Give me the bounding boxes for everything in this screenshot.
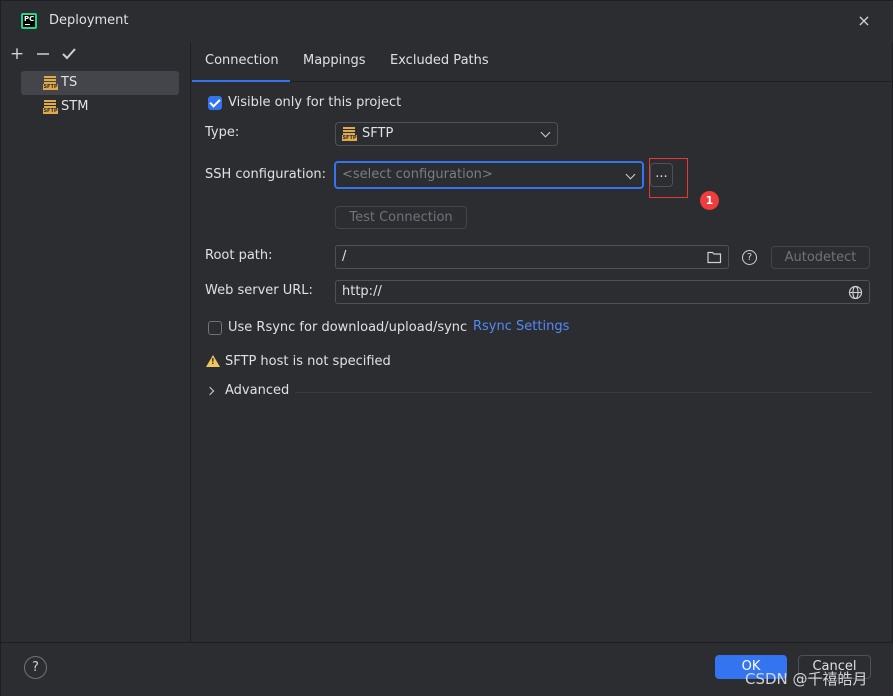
web-server-url-field[interactable]: http://	[335, 280, 870, 304]
use-rsync-label: Use Rsync for download/upload/sync	[228, 320, 468, 335]
watermark-text: CSDN @千禧皓月	[745, 670, 868, 688]
warning-message: SFTP host is not specified	[225, 354, 391, 369]
window-title: Deployment	[49, 13, 129, 28]
checkmark-icon	[62, 48, 76, 60]
use-rsync-checkbox[interactable]	[208, 321, 222, 335]
tab-bar: Connection Mappings Excluded Paths	[192, 42, 893, 82]
ssh-configuration-placeholder: <select configuration>	[342, 167, 493, 182]
globe-icon[interactable]	[848, 285, 863, 300]
annotation-marker: 1	[700, 191, 719, 210]
chevron-down-icon	[540, 127, 551, 138]
help-icon[interactable]: ?	[742, 250, 757, 265]
deployment-dialog: PC Deployment × + SFTP TS SFTP STM Conne…	[0, 0, 893, 696]
ssh-configuration-label: SSH configuration:	[205, 167, 327, 182]
type-dropdown[interactable]: SFTP SFTP	[335, 122, 558, 146]
sftp-type-icon: SFTP	[342, 126, 357, 142]
folder-icon[interactable]	[707, 250, 722, 264]
visible-only-label: Visible only for this project	[228, 95, 402, 110]
server-item-stm[interactable]: SFTP STM	[21, 95, 179, 119]
annotation-highlight-box	[649, 158, 688, 198]
advanced-divider	[295, 392, 872, 393]
root-path-label: Root path:	[205, 248, 273, 263]
visible-only-checkbox[interactable]	[208, 96, 222, 110]
web-server-url-label: Web server URL:	[205, 283, 313, 298]
root-path-field[interactable]: /	[335, 245, 729, 269]
web-server-url-value: http://	[342, 284, 382, 299]
add-server-button[interactable]: +	[9, 44, 25, 64]
tab-connection[interactable]: Connection	[192, 42, 290, 82]
minus-icon	[37, 53, 49, 55]
sftp-server-icon: SFTP	[43, 99, 58, 115]
server-list-panel: + SFTP TS SFTP STM	[1, 42, 191, 642]
type-label: Type:	[205, 125, 240, 140]
server-item-ts[interactable]: SFTP TS	[21, 71, 179, 95]
title-bar: PC Deployment ×	[1, 1, 893, 42]
set-default-button[interactable]	[61, 44, 77, 64]
type-value: SFTP	[362, 126, 394, 141]
root-path-value: /	[342, 249, 347, 264]
server-item-label: TS	[61, 75, 78, 90]
ssh-configuration-dropdown[interactable]: <select configuration>	[334, 161, 644, 189]
chevron-down-icon	[625, 169, 636, 180]
sftp-server-icon: SFTP	[43, 75, 58, 91]
advanced-section-toggle[interactable]: Advanced	[225, 383, 289, 398]
server-tree: SFTP TS SFTP STM	[21, 71, 179, 119]
tab-mappings[interactable]: Mappings	[303, 42, 366, 82]
autodetect-button[interactable]: Autodetect	[771, 246, 870, 269]
test-connection-button[interactable]: Test Connection	[335, 206, 467, 229]
close-icon[interactable]: ×	[856, 13, 872, 29]
server-toolbar: +	[9, 44, 77, 64]
remove-server-button[interactable]	[35, 44, 51, 64]
tab-excluded-paths[interactable]: Excluded Paths	[390, 42, 489, 82]
server-item-label: STM	[61, 99, 89, 114]
help-button[interactable]: ?	[24, 656, 47, 679]
warning-icon	[206, 355, 220, 367]
pycharm-logo-icon: PC	[21, 13, 37, 29]
rsync-settings-link[interactable]: Rsync Settings	[473, 319, 569, 334]
